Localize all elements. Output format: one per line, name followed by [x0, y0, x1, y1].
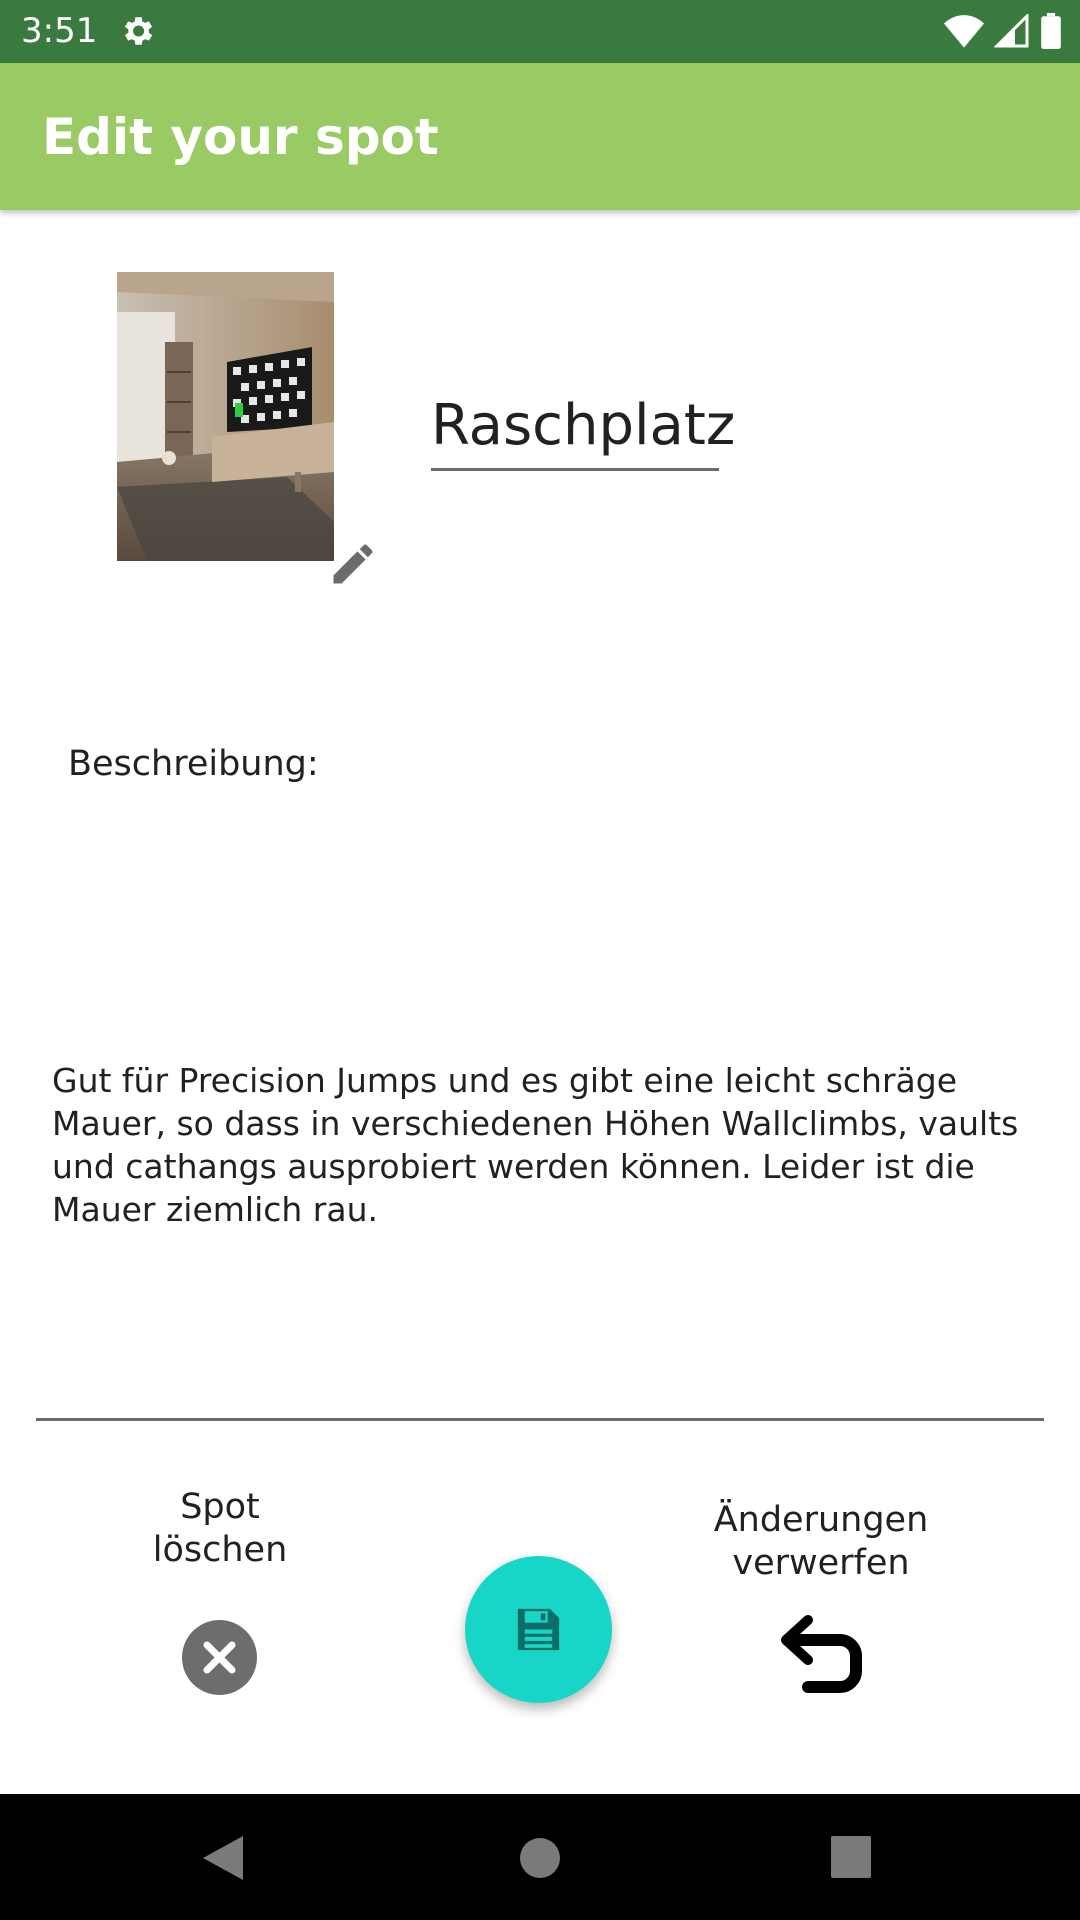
battery-icon [1041, 13, 1061, 49]
undo-icon[interactable] [778, 1612, 866, 1698]
delete-spot-label: Spot löschen [152, 1487, 288, 1570]
edit-pencil-icon[interactable] [327, 538, 379, 590]
cell-signal-icon [994, 14, 1029, 48]
settings-gear-icon [124, 17, 153, 45]
page-title: Edit your spot [42, 108, 439, 166]
recents-icon[interactable] [831, 1836, 871, 1878]
save-button[interactable] [465, 1556, 612, 1703]
description-underline [36, 1418, 1044, 1421]
delete-spot-button[interactable] [182, 1620, 257, 1695]
discard-changes-label: Änderungen verwerfen [713, 1500, 929, 1583]
description-label: Beschreibung: [68, 744, 319, 784]
status-bar: 3:51 [0, 0, 1080, 63]
description-input[interactable]: Gut für Precision Jumps und es gibt eine… [52, 1059, 1042, 1231]
save-icon [517, 1608, 560, 1651]
back-icon[interactable] [203, 1836, 243, 1880]
app-bar: Edit your spot [0, 63, 1080, 210]
spot-photo[interactable] [117, 272, 334, 561]
room-photo [117, 272, 334, 561]
wifi-icon [944, 15, 984, 48]
spot-name-input[interactable]: Raschplatz [431, 388, 735, 471]
status-time: 3:51 [21, 11, 98, 51]
home-icon[interactable] [520, 1838, 560, 1878]
close-icon [203, 1641, 236, 1674]
